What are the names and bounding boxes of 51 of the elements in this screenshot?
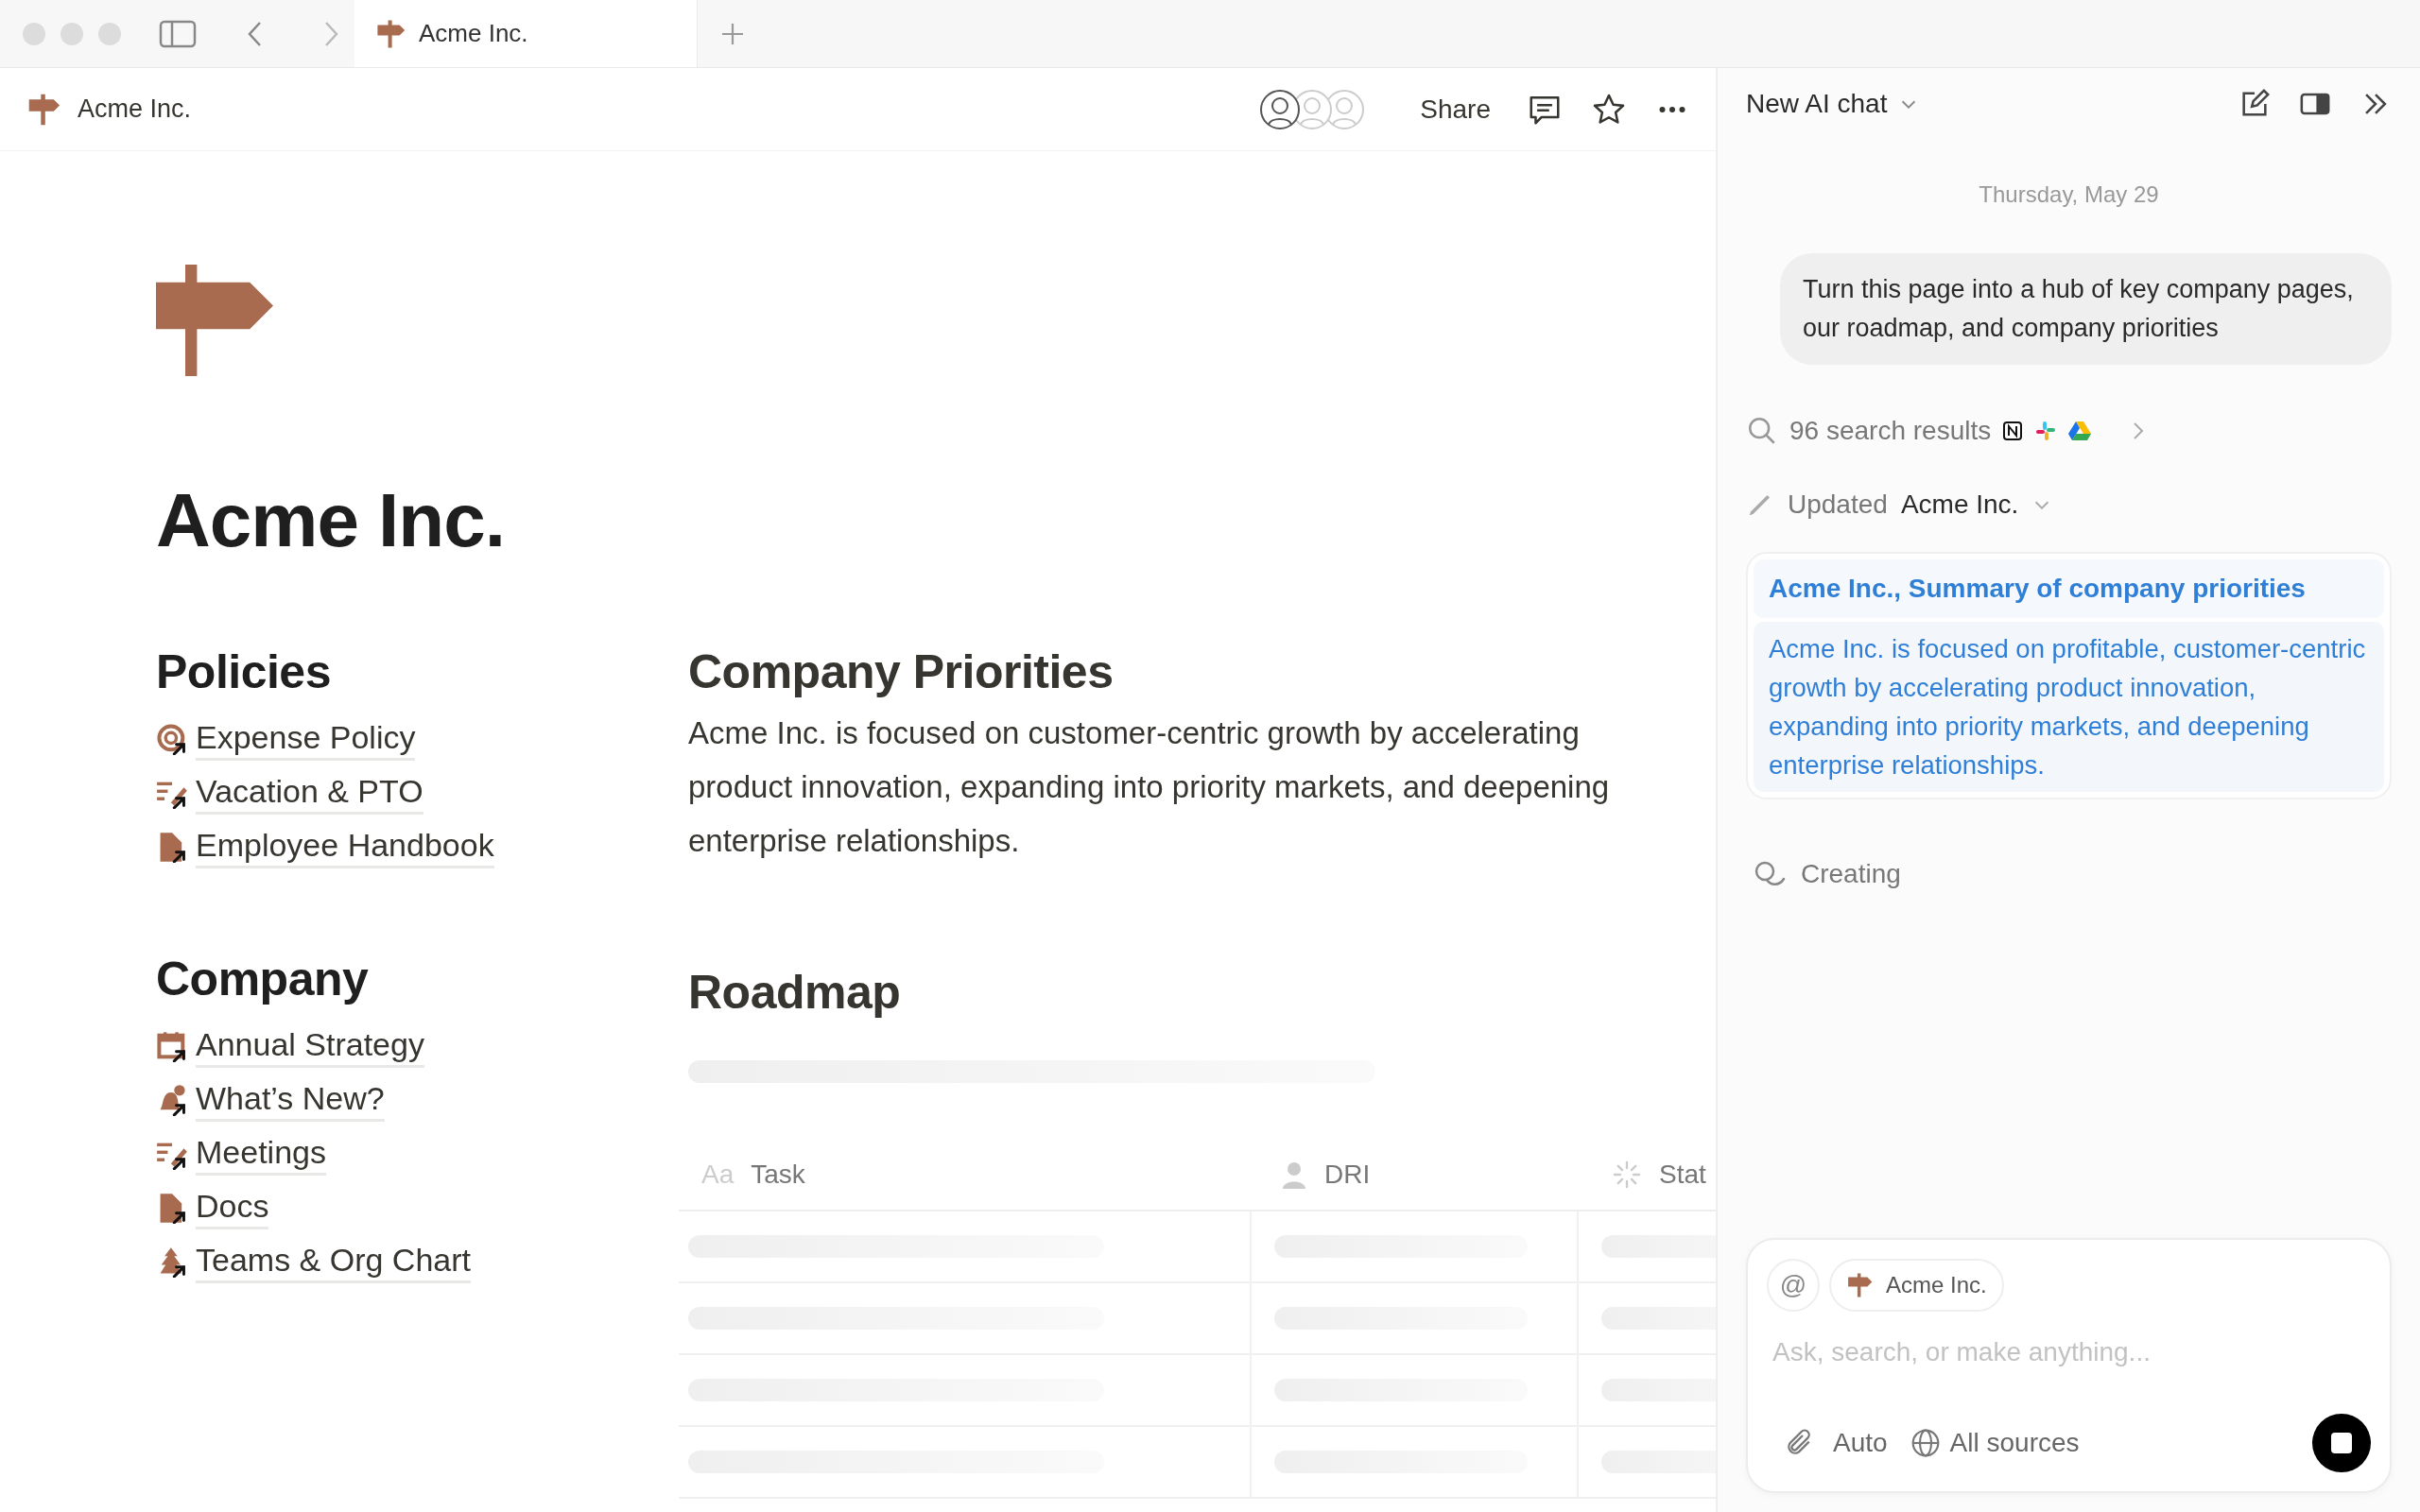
calendar-icon: [156, 1029, 188, 1062]
browser-tab[interactable]: Acme Inc.: [354, 0, 698, 67]
user-message: Turn this page into a hub of key company pages, our roadmap, and company priorities: [1780, 253, 2392, 365]
chat-title-dropdown[interactable]: New AI chat: [1746, 84, 1920, 124]
signpost-icon: [156, 265, 273, 376]
section-heading: Company Priorities: [688, 644, 1115, 700]
model-selector[interactable]: Auto: [1833, 1423, 1888, 1463]
page-link[interactable]: Annual Strategy: [196, 1023, 424, 1068]
stop-icon: [2331, 1433, 2352, 1453]
person-icon: [1281, 1160, 1307, 1189]
chat-input[interactable]: Ask, search, or make anything...: [1767, 1329, 2371, 1376]
new-tab-icon[interactable]: [720, 21, 745, 46]
column-header[interactable]: DRI: [1324, 1155, 1371, 1194]
page-link[interactable]: Docs: [196, 1185, 269, 1229]
target-icon: [156, 722, 188, 755]
search-results-text[interactable]: 96 search results: [1789, 411, 1992, 451]
section-heading: Policies: [156, 644, 332, 700]
page-link[interactable]: Expense Policy: [196, 716, 416, 761]
page-link[interactable]: Teams & Org Chart: [196, 1239, 471, 1283]
context-chip[interactable]: Acme Inc.: [1829, 1259, 2004, 1312]
signpost-icon: [375, 18, 406, 49]
breadcrumb[interactable]: Acme Inc.: [78, 90, 192, 129]
section-heading: Company: [156, 952, 370, 1007]
signpost-icon: [1846, 1272, 1873, 1298]
globe-icon: [1910, 1428, 1941, 1458]
sidebar-toggle-icon[interactable]: [159, 18, 197, 49]
avatar-group-drawing[interactable]: [1259, 88, 1366, 130]
column-header[interactable]: Stat: [1659, 1155, 1706, 1194]
sources-selector[interactable]: All sources: [1949, 1423, 2080, 1463]
card-text: Acme Inc. is focused on profitable, customer-centric growth by accelerating product innovation, expanding into priority markets, and deepening enterprise relationships.: [1754, 622, 2384, 792]
column-header[interactable]: Task: [751, 1155, 805, 1194]
app-logo-icon: [2002, 421, 2024, 441]
status-text: Creating: [1801, 858, 1901, 890]
page-link[interactable]: Meetings: [196, 1131, 326, 1176]
page-link[interactable]: What’s New?: [196, 1077, 385, 1122]
page-link[interactable]: Employee Handbook: [196, 824, 494, 868]
drive-icon: [2068, 421, 2092, 441]
page-link[interactable]: Vacation & PTO: [196, 770, 424, 815]
loading-icon: [1754, 860, 1786, 888]
page-title: Acme Inc.: [156, 477, 506, 564]
card-title[interactable]: Acme Inc., Summary of company priorities: [1754, 559, 2384, 618]
mention-button[interactable]: @: [1767, 1259, 1820, 1312]
share-button[interactable]: Share: [1412, 89, 1498, 129]
priorities-paragraph: Acme Inc. is focused on customer-centric growth by accelerating product innovation, expanding into priority markets, and deepening enterprise relationships.: [688, 714, 1611, 860]
chat-app-icon: [2034, 420, 2058, 442]
section-heading: Roadmap: [688, 965, 902, 1021]
status-icon: [1612, 1160, 1642, 1190]
update-label: Updated: [1788, 489, 1888, 521]
updated-page-name[interactable]: Acme Inc.: [1900, 485, 2019, 524]
chat-date: Thursday, May 29: [1979, 180, 2159, 209]
signpost-icon: [26, 92, 60, 127]
